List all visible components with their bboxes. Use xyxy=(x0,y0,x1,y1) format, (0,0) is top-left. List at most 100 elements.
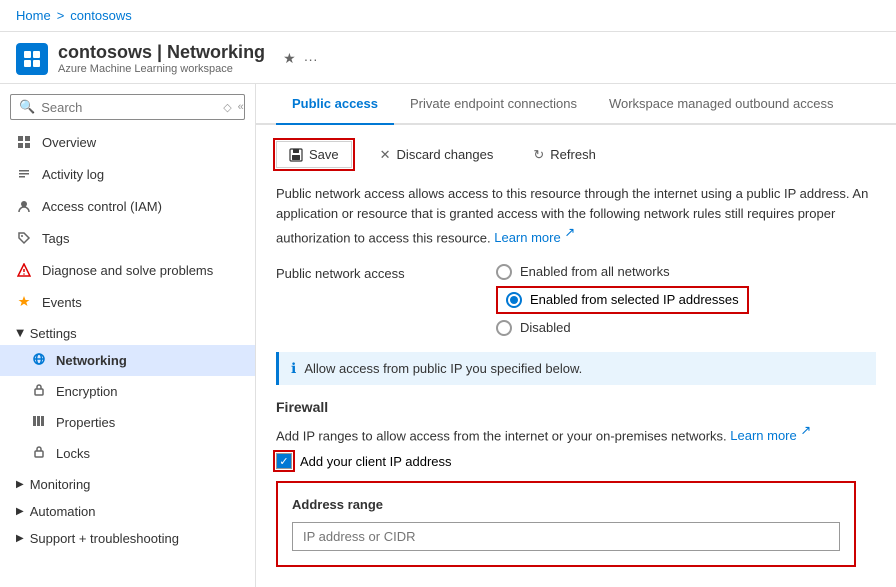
address-range-title: Address range xyxy=(292,497,840,512)
content-area: Public access Private endpoint connectio… xyxy=(256,84,896,587)
encryption-icon xyxy=(32,383,46,400)
tab-private-endpoint[interactable]: Private endpoint connections xyxy=(394,84,593,125)
info-box: ℹ Allow access from public IP you specif… xyxy=(276,352,876,385)
radio-selected-label: Enabled from selected IP addresses xyxy=(530,292,739,307)
toolbar: Save ✕ Discard changes ↻ Refresh xyxy=(276,141,876,168)
page-title: contosows | Networking xyxy=(58,42,265,63)
diagnose-label: Diagnose and solve problems xyxy=(42,263,213,278)
breadcrumb: Home > contosows xyxy=(0,0,896,32)
save-icon xyxy=(289,148,303,162)
sidebar-item-overview[interactable]: Overview xyxy=(0,126,255,158)
tab-bar: Public access Private endpoint connectio… xyxy=(256,84,896,125)
radio-circle-all xyxy=(496,264,512,280)
refresh-button[interactable]: ↻ Refresh xyxy=(521,142,607,168)
firewall-desc: Add IP ranges to allow access from the i… xyxy=(276,423,876,443)
support-section[interactable]: ▶ Support + troubleshooting xyxy=(0,523,255,550)
radio-circle-disabled xyxy=(496,320,512,336)
more-options-icon[interactable]: ··· xyxy=(304,51,318,67)
discard-button[interactable]: ✕ Discard changes xyxy=(368,142,506,168)
tags-icon xyxy=(16,230,32,246)
sidebar-item-tags[interactable]: Tags xyxy=(0,222,255,254)
support-chevron: ▶ xyxy=(16,533,24,544)
sidebar-item-events[interactable]: Events xyxy=(0,286,255,318)
search-input[interactable] xyxy=(41,100,217,115)
iam-icon xyxy=(16,198,32,214)
sidebar-item-diagnose[interactable]: Diagnose and solve problems xyxy=(0,254,255,286)
activity-log-label: Activity log xyxy=(42,167,104,182)
sidebar-item-networking[interactable]: Networking xyxy=(0,345,255,376)
automation-label: Automation xyxy=(30,504,96,519)
activity-log-icon xyxy=(16,166,32,182)
page-header: contosows | Networking Azure Machine Lea… xyxy=(0,32,896,84)
monitoring-label: Monitoring xyxy=(30,477,91,492)
main-layout: 🔍 ◇ « Overview Activity log Access contr… xyxy=(0,84,896,587)
network-access-row: Public network access Enabled from all n… xyxy=(276,264,876,336)
radio-all-label: Enabled from all networks xyxy=(520,264,670,279)
address-range-container: Address range xyxy=(276,481,856,567)
support-label: Support + troubleshooting xyxy=(30,531,179,546)
save-label: Save xyxy=(309,147,339,162)
save-button[interactable]: Save xyxy=(276,141,352,168)
iam-label: Access control (IAM) xyxy=(42,199,162,214)
breadcrumb-home[interactable]: Home xyxy=(16,8,51,23)
sidebar: 🔍 ◇ « Overview Activity log Access contr… xyxy=(0,84,256,587)
radio-selected-box[interactable]: Enabled from selected IP addresses xyxy=(496,286,749,314)
discard-icon: ✕ xyxy=(380,147,391,163)
radio-circle-selected xyxy=(506,292,522,308)
properties-label: Properties xyxy=(56,415,115,430)
header-actions: ★ ··· xyxy=(283,50,318,67)
tab-public-access[interactable]: Public access xyxy=(276,84,394,125)
settings-label: Settings xyxy=(30,326,77,341)
collapse-icon[interactable]: « xyxy=(238,101,244,113)
search-box[interactable]: 🔍 ◇ « xyxy=(10,94,245,120)
radio-group: Enabled from all networks Enabled from s… xyxy=(496,264,749,336)
encryption-label: Encryption xyxy=(56,384,117,399)
refresh-icon: ↻ xyxy=(533,147,544,163)
monitoring-section[interactable]: ▶ Monitoring xyxy=(0,469,255,496)
overview-icon xyxy=(16,134,32,150)
radio-disabled[interactable]: Disabled xyxy=(496,320,749,336)
diagnose-icon xyxy=(16,262,32,278)
tags-label: Tags xyxy=(42,231,69,246)
firewall-title: Firewall xyxy=(276,399,876,415)
sidebar-item-iam[interactable]: Access control (IAM) xyxy=(0,190,255,222)
locks-label: Locks xyxy=(56,446,90,461)
info-message: Allow access from public IP you specifie… xyxy=(304,361,582,376)
sidebar-item-properties[interactable]: Properties xyxy=(0,407,255,438)
add-client-ip-label: Add your client IP address xyxy=(300,454,452,469)
networking-icon xyxy=(32,352,46,369)
add-client-ip-row: ✓ Add your client IP address xyxy=(276,453,876,469)
settings-section[interactable]: ▶ Settings xyxy=(0,318,255,345)
search-icon: 🔍 xyxy=(19,99,35,115)
check-icon: ✓ xyxy=(279,455,288,468)
locks-icon xyxy=(32,445,46,462)
collection-icon: ◇ xyxy=(223,101,231,114)
automation-section[interactable]: ▶ Automation xyxy=(0,496,255,523)
favorite-icon[interactable]: ★ xyxy=(283,50,296,67)
automation-chevron: ▶ xyxy=(16,506,24,517)
firewall-learn-more[interactable]: Learn more ↗ xyxy=(730,428,811,443)
radio-disabled-label: Disabled xyxy=(520,320,571,335)
settings-chevron: ▶ xyxy=(14,330,25,338)
discard-label: Discard changes xyxy=(397,147,494,162)
address-range-input[interactable] xyxy=(292,522,840,551)
tab-outbound[interactable]: Workspace managed outbound access xyxy=(593,84,850,125)
events-label: Events xyxy=(42,295,82,310)
content-body: Save ✕ Discard changes ↻ Refresh Public … xyxy=(256,125,896,583)
radio-all-networks[interactable]: Enabled from all networks xyxy=(496,264,749,280)
sidebar-item-activity-log[interactable]: Activity log xyxy=(0,158,255,190)
monitoring-chevron: ▶ xyxy=(16,479,24,490)
sidebar-item-encryption[interactable]: Encryption xyxy=(0,376,255,407)
breadcrumb-separator: > xyxy=(57,8,65,23)
learn-more-link[interactable]: Learn more ↗ xyxy=(494,230,575,245)
resource-icon xyxy=(16,43,48,75)
page-title-area: contosows | Networking Azure Machine Lea… xyxy=(58,42,265,75)
add-client-ip-checkbox[interactable]: ✓ xyxy=(276,453,292,469)
breadcrumb-current: contosows xyxy=(70,8,131,23)
refresh-label: Refresh xyxy=(550,147,596,162)
events-icon xyxy=(16,294,32,310)
overview-label: Overview xyxy=(42,135,96,150)
networking-label: Networking xyxy=(56,353,127,368)
page-subtitle: Azure Machine Learning workspace xyxy=(58,63,265,75)
sidebar-item-locks[interactable]: Locks xyxy=(0,438,255,469)
